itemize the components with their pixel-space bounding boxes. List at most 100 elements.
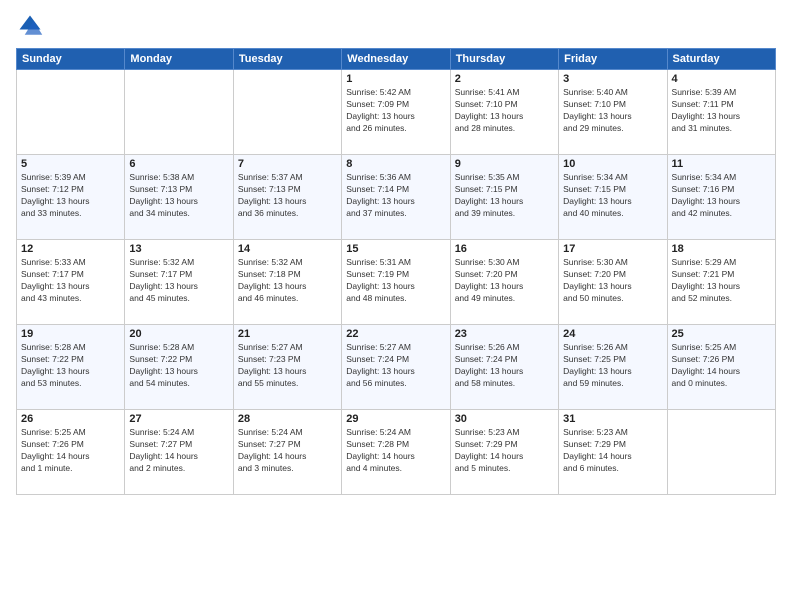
day-cell: 5 Sunrise: 5:39 AMSunset: 7:12 PMDaylight…	[17, 155, 125, 240]
day-info: Sunrise: 5:39 AMSunset: 7:12 PMDaylight:…	[21, 172, 120, 220]
week-row-1: 5 Sunrise: 5:39 AMSunset: 7:12 PMDaylight…	[17, 155, 776, 240]
day-number: 8	[346, 158, 445, 170]
day-info: Sunrise: 5:24 AMSunset: 7:27 PMDaylight:…	[238, 427, 337, 475]
day-info: Sunrise: 5:42 AMSunset: 7:09 PMDaylight:…	[346, 87, 445, 135]
day-info: Sunrise: 5:27 AMSunset: 7:23 PMDaylight:…	[238, 342, 337, 390]
weekday-header-sunday: Sunday	[17, 49, 125, 70]
day-number: 13	[129, 243, 228, 255]
day-cell: 17Sunrise: 5:30 AMSunset: 7:20 PMDayligh…	[559, 240, 667, 325]
weekday-header-monday: Monday	[125, 49, 233, 70]
day-info: Sunrise: 5:23 AMSunset: 7:29 PMDaylight:…	[455, 427, 554, 475]
day-number: 20	[129, 328, 228, 340]
day-number: 11	[672, 158, 771, 170]
day-number: 29	[346, 413, 445, 425]
day-cell: 25 Sunrise: 5:25 AMSunset: 7:26 PMDayligh…	[667, 325, 775, 410]
day-info: Sunrise: 5:23 AMSunset: 7:29 PMDaylight:…	[563, 427, 662, 475]
day-number: 16	[455, 243, 554, 255]
logo	[16, 12, 48, 40]
day-info: Sunrise: 5:32 AMSunset: 7:17 PMDaylight:…	[129, 257, 228, 305]
day-cell	[17, 70, 125, 155]
day-number: 21	[238, 328, 337, 340]
day-cell: 29 Sunrise: 5:24 AMSunset: 7:28 PMDayligh…	[342, 410, 450, 495]
day-info: Sunrise: 5:24 AMSunset: 7:27 PMDaylight:…	[129, 427, 228, 475]
day-info: Sunrise: 5:29 AMSunset: 7:21 PMDaylight:…	[672, 257, 771, 305]
day-cell: 9 Sunrise: 5:35 AMSunset: 7:15 PMDaylight…	[450, 155, 558, 240]
day-info: Sunrise: 5:34 AMSunset: 7:15 PMDaylight:…	[563, 172, 662, 220]
day-cell	[125, 70, 233, 155]
weekday-header-saturday: Saturday	[667, 49, 775, 70]
day-info: Sunrise: 5:34 AMSunset: 7:16 PMDaylight:…	[672, 172, 771, 220]
day-info: Sunrise: 5:35 AMSunset: 7:15 PMDaylight:…	[455, 172, 554, 220]
day-info: Sunrise: 5:38 AMSunset: 7:13 PMDaylight:…	[129, 172, 228, 220]
day-number: 18	[672, 243, 771, 255]
day-info: Sunrise: 5:36 AMSunset: 7:14 PMDaylight:…	[346, 172, 445, 220]
day-info: Sunrise: 5:26 AMSunset: 7:25 PMDaylight:…	[563, 342, 662, 390]
day-cell: 11 Sunrise: 5:34 AMSunset: 7:16 PMDayligh…	[667, 155, 775, 240]
day-number: 12	[21, 243, 120, 255]
day-cell: 3Sunrise: 5:40 AMSunset: 7:10 PMDaylight…	[559, 70, 667, 155]
calendar-page: SundayMondayTuesdayWednesdayThursdayFrid…	[0, 0, 792, 612]
day-info: Sunrise: 5:41 AMSunset: 7:10 PMDaylight:…	[455, 87, 554, 135]
day-number: 2	[455, 73, 554, 85]
day-cell: 23 Sunrise: 5:26 AMSunset: 7:24 PMDayligh…	[450, 325, 558, 410]
day-cell: 27 Sunrise: 5:24 AMSunset: 7:27 PMDayligh…	[125, 410, 233, 495]
day-cell: 8 Sunrise: 5:36 AMSunset: 7:14 PMDaylight…	[342, 155, 450, 240]
day-info: Sunrise: 5:30 AMSunset: 7:20 PMDaylight:…	[563, 257, 662, 305]
day-info: Sunrise: 5:27 AMSunset: 7:24 PMDaylight:…	[346, 342, 445, 390]
day-cell: 30Sunrise: 5:23 AMSunset: 7:29 PMDayligh…	[450, 410, 558, 495]
day-cell: 26 Sunrise: 5:25 AMSunset: 7:26 PMDayligh…	[17, 410, 125, 495]
day-number: 22	[346, 328, 445, 340]
day-cell	[667, 410, 775, 495]
day-cell: 1 Sunrise: 5:42 AMSunset: 7:09 PMDaylight…	[342, 70, 450, 155]
day-number: 28	[238, 413, 337, 425]
day-cell	[233, 70, 341, 155]
day-number: 4	[672, 73, 771, 85]
day-cell: 6 Sunrise: 5:38 AMSunset: 7:13 PMDaylight…	[125, 155, 233, 240]
day-number: 23	[455, 328, 554, 340]
day-number: 26	[21, 413, 120, 425]
day-info: Sunrise: 5:25 AMSunset: 7:26 PMDaylight:…	[21, 427, 120, 475]
day-number: 19	[21, 328, 120, 340]
weekday-header-row: SundayMondayTuesdayWednesdayThursdayFrid…	[17, 49, 776, 70]
week-row-4: 26 Sunrise: 5:25 AMSunset: 7:26 PMDayligh…	[17, 410, 776, 495]
day-info: Sunrise: 5:26 AMSunset: 7:24 PMDaylight:…	[455, 342, 554, 390]
day-number: 14	[238, 243, 337, 255]
weekday-header-friday: Friday	[559, 49, 667, 70]
day-info: Sunrise: 5:25 AMSunset: 7:26 PMDaylight:…	[672, 342, 771, 390]
day-info: Sunrise: 5:30 AMSunset: 7:20 PMDaylight:…	[455, 257, 554, 305]
day-cell: 21 Sunrise: 5:27 AMSunset: 7:23 PMDayligh…	[233, 325, 341, 410]
day-cell: 16 Sunrise: 5:30 AMSunset: 7:20 PMDayligh…	[450, 240, 558, 325]
day-info: Sunrise: 5:28 AMSunset: 7:22 PMDaylight:…	[129, 342, 228, 390]
week-row-3: 19 Sunrise: 5:28 AMSunset: 7:22 PMDayligh…	[17, 325, 776, 410]
day-cell: 13 Sunrise: 5:32 AMSunset: 7:17 PMDayligh…	[125, 240, 233, 325]
day-info: Sunrise: 5:32 AMSunset: 7:18 PMDaylight:…	[238, 257, 337, 305]
day-cell: 20 Sunrise: 5:28 AMSunset: 7:22 PMDayligh…	[125, 325, 233, 410]
day-number: 1	[346, 73, 445, 85]
day-cell: 4 Sunrise: 5:39 AMSunset: 7:11 PMDaylight…	[667, 70, 775, 155]
day-info: Sunrise: 5:24 AMSunset: 7:28 PMDaylight:…	[346, 427, 445, 475]
day-cell: 28 Sunrise: 5:24 AMSunset: 7:27 PMDayligh…	[233, 410, 341, 495]
day-cell: 18 Sunrise: 5:29 AMSunset: 7:21 PMDayligh…	[667, 240, 775, 325]
header	[16, 12, 776, 40]
day-cell: 15Sunrise: 5:31 AMSunset: 7:19 PMDayligh…	[342, 240, 450, 325]
day-number: 7	[238, 158, 337, 170]
day-number: 31	[563, 413, 662, 425]
day-cell: 19 Sunrise: 5:28 AMSunset: 7:22 PMDayligh…	[17, 325, 125, 410]
day-info: Sunrise: 5:39 AMSunset: 7:11 PMDaylight:…	[672, 87, 771, 135]
day-cell: 10Sunrise: 5:34 AMSunset: 7:15 PMDayligh…	[559, 155, 667, 240]
weekday-header-wednesday: Wednesday	[342, 49, 450, 70]
day-number: 27	[129, 413, 228, 425]
day-info: Sunrise: 5:31 AMSunset: 7:19 PMDaylight:…	[346, 257, 445, 305]
day-number: 9	[455, 158, 554, 170]
day-number: 5	[21, 158, 120, 170]
day-cell: 24Sunrise: 5:26 AMSunset: 7:25 PMDayligh…	[559, 325, 667, 410]
day-cell: 14 Sunrise: 5:32 AMSunset: 7:18 PMDayligh…	[233, 240, 341, 325]
day-cell: 2 Sunrise: 5:41 AMSunset: 7:10 PMDaylight…	[450, 70, 558, 155]
day-info: Sunrise: 5:37 AMSunset: 7:13 PMDaylight:…	[238, 172, 337, 220]
day-cell: 22 Sunrise: 5:27 AMSunset: 7:24 PMDayligh…	[342, 325, 450, 410]
day-info: Sunrise: 5:28 AMSunset: 7:22 PMDaylight:…	[21, 342, 120, 390]
day-number: 6	[129, 158, 228, 170]
week-row-0: 1 Sunrise: 5:42 AMSunset: 7:09 PMDaylight…	[17, 70, 776, 155]
day-cell: 7 Sunrise: 5:37 AMSunset: 7:13 PMDaylight…	[233, 155, 341, 240]
day-number: 25	[672, 328, 771, 340]
